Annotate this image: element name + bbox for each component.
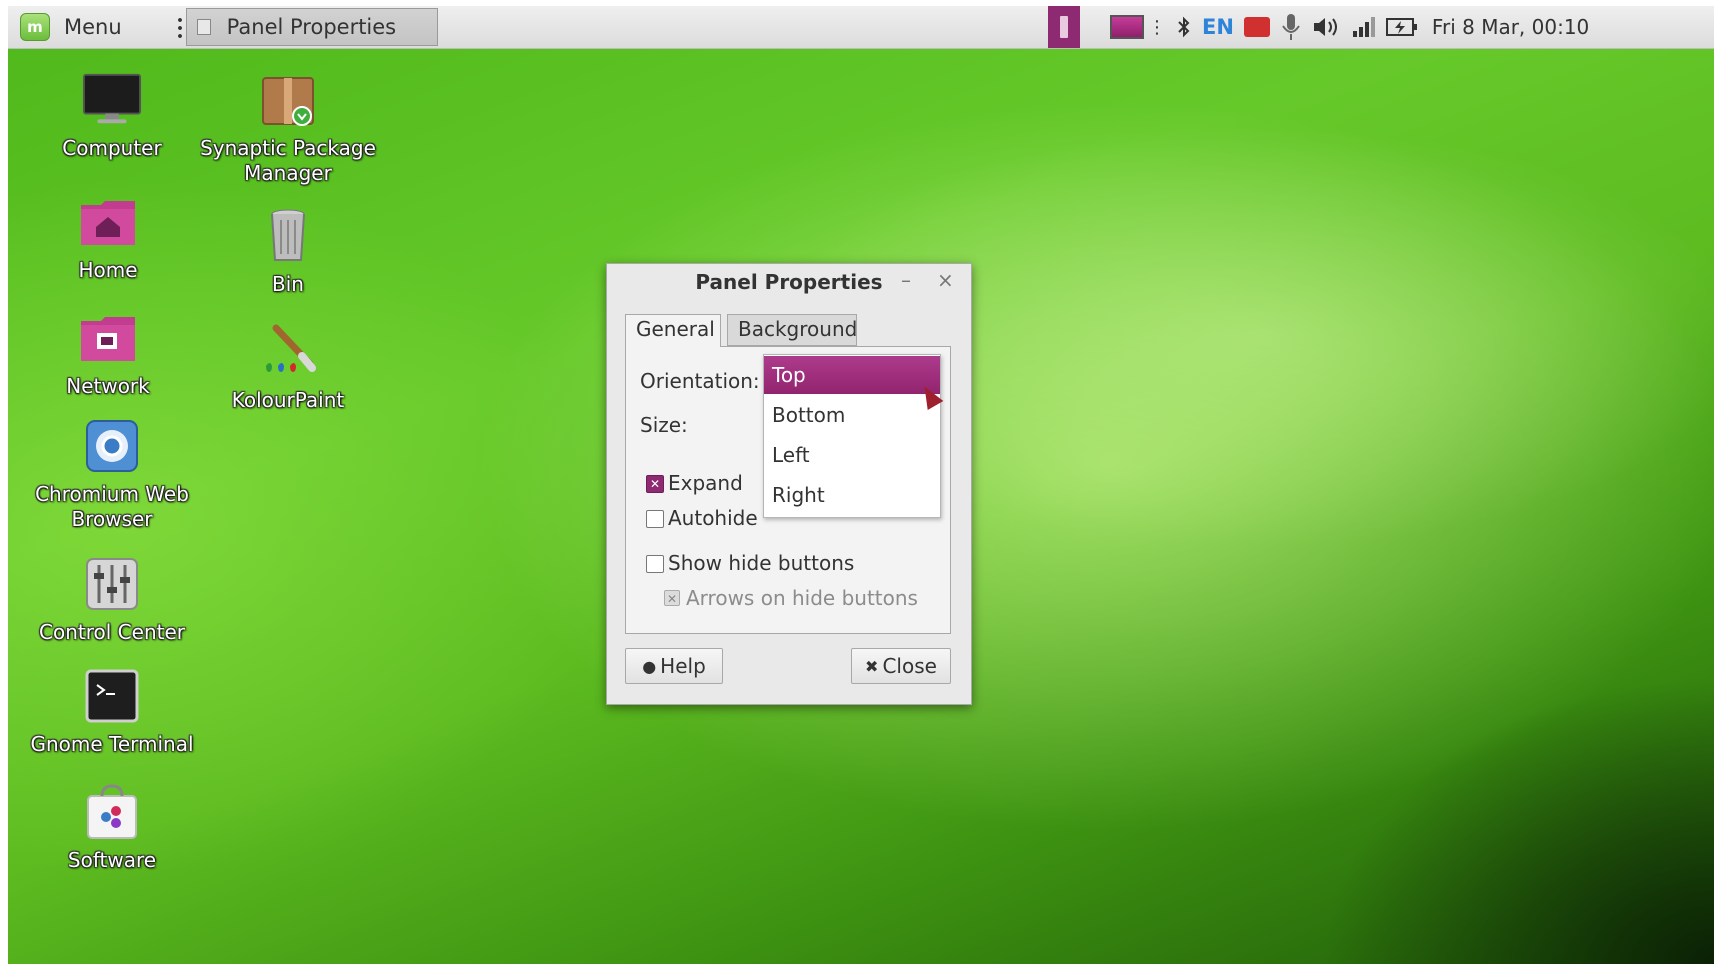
record-icon[interactable] [1243,17,1270,37]
orientation-label: Orientation: [640,369,760,393]
desktop-icon-computer[interactable]: Computer [22,72,202,161]
trash-icon [258,208,318,264]
paint-icon [258,324,318,380]
desktop-icon-label: Computer [62,136,162,160]
close-button-label: Close [882,654,937,678]
clock[interactable]: Fri 8 Mar, 00:10 [1432,15,1589,39]
tray-handle-icon: ⋮ [1148,16,1166,38]
window-icon [196,19,211,35]
desktop: m Menu Panel Properties ⋮ EN Fri 8 Mar, … [8,6,1714,964]
desktop-icon-label: Control Center [39,620,185,644]
arrows-on-hide-buttons-checkbox[interactable]: ✕ [664,590,680,606]
panel-properties-dialog: Panel Properties – × General Background … [606,263,972,705]
expand-checkbox[interactable]: ✕ [646,475,664,493]
desktop-icon-chromium[interactable]: Chromium Web Browser [22,418,202,532]
network-signal-icon[interactable] [1352,16,1376,38]
desktop-icon-label: Chromium Web Browser [35,482,189,531]
show-hide-buttons-label: Show hide buttons [668,551,855,575]
workspace-switcher[interactable] [1048,6,1080,48]
mint-logo-icon: m [20,13,50,41]
autohide-checkbox[interactable] [646,510,664,528]
desktop-icon-control-center[interactable]: Control Center [22,556,202,645]
system-tray: ⋮ EN Fri 8 Mar, 00:10 [1110,6,1599,48]
menu-label: Menu [64,15,122,39]
expand-label: Expand [668,471,743,495]
desktop-icon-kolourpaint[interactable]: KolourPaint [198,324,378,413]
help-button-label: Help [660,654,706,678]
desktop-icon-label: Bin [272,272,304,296]
home-folder-icon [78,194,138,250]
arrows-on-hide-buttons-label: Arrows on hide buttons [686,586,918,610]
desktop-icon-gnome-terminal[interactable]: Gnome Terminal [22,668,202,757]
show-hide-buttons-checkbox[interactable] [646,555,664,573]
terminal-icon [82,668,142,724]
volume-icon[interactable] [1312,15,1342,39]
close-button[interactable]: ✖ Close [851,648,951,684]
desktop-icon-home[interactable]: Home [18,194,198,283]
desktop-icon-bin[interactable]: Bin [198,208,378,297]
tab-general[interactable]: General [625,314,721,347]
help-icon: ● [642,656,657,676]
desktop-icon-network[interactable]: Network [18,310,198,399]
desktop-icon-label: Network [66,374,150,398]
network-folder-icon [78,310,138,366]
top-panel: m Menu Panel Properties ⋮ EN Fri 8 Mar, … [8,6,1714,49]
battery-icon[interactable] [1385,16,1418,38]
orientation-dropdown[interactable]: Top Bottom Left Right [763,354,941,518]
orientation-option-left[interactable]: Left [764,436,940,474]
desktop-icon-label: KolourPaint [231,388,345,412]
help-button[interactable]: ● Help [625,648,723,684]
bluetooth-icon[interactable] [1176,15,1192,39]
screen-icon[interactable] [1110,15,1144,39]
desktop-icon-label: Gnome Terminal [30,732,194,756]
menu-button[interactable]: m Menu [20,6,122,48]
desktop-icon-label: Home [78,258,138,282]
taskbar-item-panel-properties[interactable]: Panel Properties [185,8,438,46]
monitor-icon [82,72,142,128]
desktop-icon-label: Synaptic Package Manager [200,136,376,185]
workspace-indicator-icon [1060,16,1068,38]
orientation-option-right[interactable]: Right [764,476,940,514]
tab-background[interactable]: Background [727,314,857,346]
keyboard-layout-indicator[interactable]: EN [1202,15,1234,39]
desktop-icon-label: Software [67,848,157,872]
close-icon[interactable]: × [937,268,954,292]
panel-handle[interactable] [177,16,182,38]
minimize-icon[interactable]: – [901,268,911,292]
package-icon [258,72,318,128]
software-bag-icon [82,784,142,840]
taskbar-item-label: Panel Properties [226,15,397,39]
microphone-icon[interactable] [1280,12,1302,42]
sliders-icon [82,556,142,612]
autohide-label: Autohide [668,506,758,530]
desktop-icon-synaptic[interactable]: Synaptic Package Manager [198,72,378,186]
orientation-option-top[interactable]: Top [764,356,940,394]
dialog-title: Panel Properties [695,270,883,294]
close-button-icon: ✖ [865,656,879,676]
desktop-icon-software[interactable]: Software [22,784,202,873]
chromium-icon [82,418,142,474]
orientation-option-bottom[interactable]: Bottom [764,396,940,434]
size-label: Size: [640,413,688,437]
